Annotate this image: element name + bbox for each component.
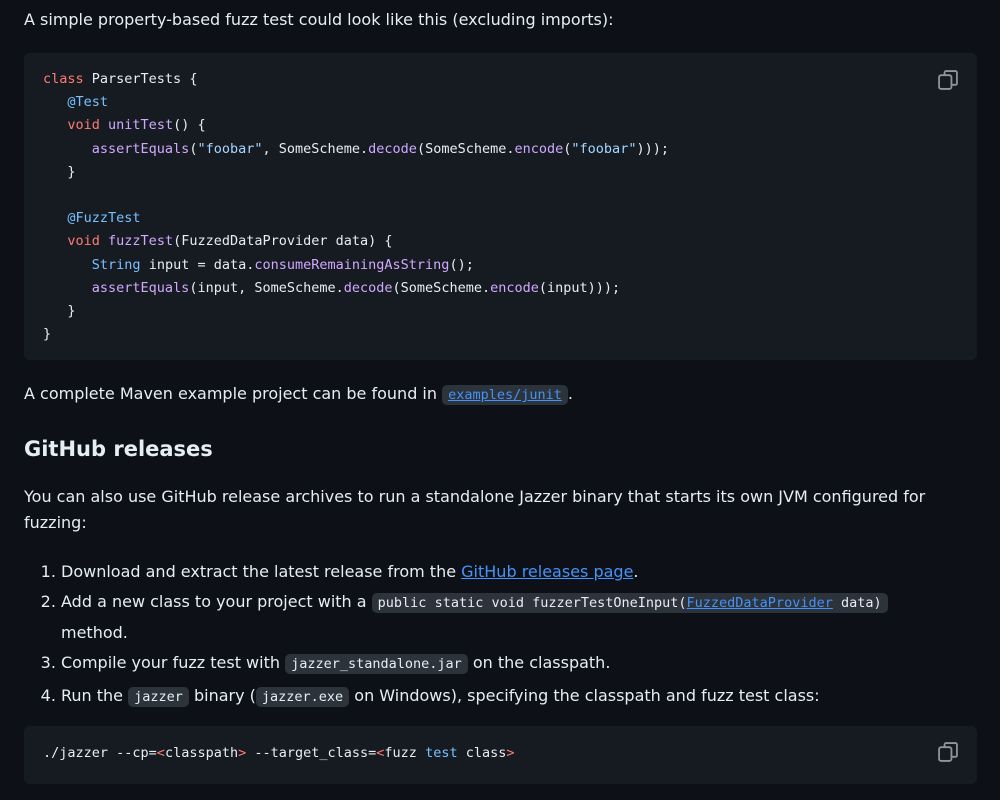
maven-note-text: A complete Maven example project can be … (24, 384, 443, 403)
code-line: } (43, 303, 76, 320)
examples-junit-link[interactable]: examples/junit (442, 385, 568, 405)
step-text: method. (61, 623, 128, 642)
step-text: Run the (61, 686, 129, 705)
code-line: assertEquals("foobar", SomeScheme.decode… (91, 140, 669, 157)
copy-icon[interactable] (937, 69, 959, 91)
code-line: @Test (67, 94, 109, 111)
step-text: on Windows), specifying the classpath an… (349, 686, 820, 705)
maven-note: A complete Maven example project can be … (24, 381, 573, 408)
fuzzer-method-code: public static void fuzzerTestOneInput(Fu… (371, 593, 888, 613)
jazzer-exe-code: jazzer.exe (255, 687, 350, 707)
code-text: data) (832, 595, 882, 611)
intro-paragraph: A simple property-based fuzz test could … (24, 10, 614, 29)
step-text: binary ( (188, 686, 256, 705)
code-line: @FuzzTest (67, 210, 141, 227)
github-releases-page-link[interactable]: GitHub releases page (461, 562, 633, 581)
step-text: Add a new class to your project with a (61, 592, 372, 611)
list-item: Add a new class to your project with a p… (61, 587, 991, 647)
code-line: void unitTest() { (67, 117, 206, 134)
steps-list: Download and extract the latest release … (24, 556, 991, 713)
copy-icon[interactable] (937, 741, 959, 763)
section-description-line1: You can also use GitHub release archives… (24, 487, 926, 506)
list-item: Compile your fuzz test with jazzer_stand… (61, 647, 991, 680)
step-text: . (633, 562, 639, 581)
code-line: } (43, 163, 76, 180)
fuzzed-data-provider-link[interactable]: FuzzedDataProvider (687, 595, 833, 611)
step-text: Compile your fuzz test with (61, 653, 286, 672)
code-text: public static void fuzzerTestOneInput( (377, 595, 687, 611)
code-parser-tests: class ParserTests { @Test void unitTest(… (43, 68, 669, 346)
step-text: on the classpath. (467, 653, 611, 672)
section-heading-github-releases: GitHub releases (24, 437, 213, 461)
code-line: assertEquals(input, SomeScheme.decode(So… (91, 279, 621, 296)
list-item: Download and extract the latest release … (61, 556, 991, 587)
step-text: Download and extract the latest release … (61, 562, 462, 581)
jazzer-standalone-jar-code: jazzer_standalone.jar (285, 654, 468, 674)
code-line: String input = data.consumeRemainingAsSt… (91, 256, 474, 273)
jazzer-binary-code: jazzer (128, 687, 189, 707)
readme-content: A simple property-based fuzz test could … (0, 0, 1000, 800)
section-description-line2: fuzzing: (24, 513, 87, 532)
examples-junit-link-text[interactable]: examples/junit (448, 387, 562, 403)
code-line: class ParserTests { (43, 71, 198, 87)
code-line: void fuzzTest(FuzzedDataProvider data) { (67, 233, 393, 250)
code-line: } (43, 326, 52, 343)
maven-note-period: . (567, 384, 573, 403)
list-item: Run the jazzer binary (jazzer.exe on Win… (61, 680, 991, 713)
jazzer-command: ./jazzer --cp=<classpath> --target_class… (43, 745, 515, 761)
